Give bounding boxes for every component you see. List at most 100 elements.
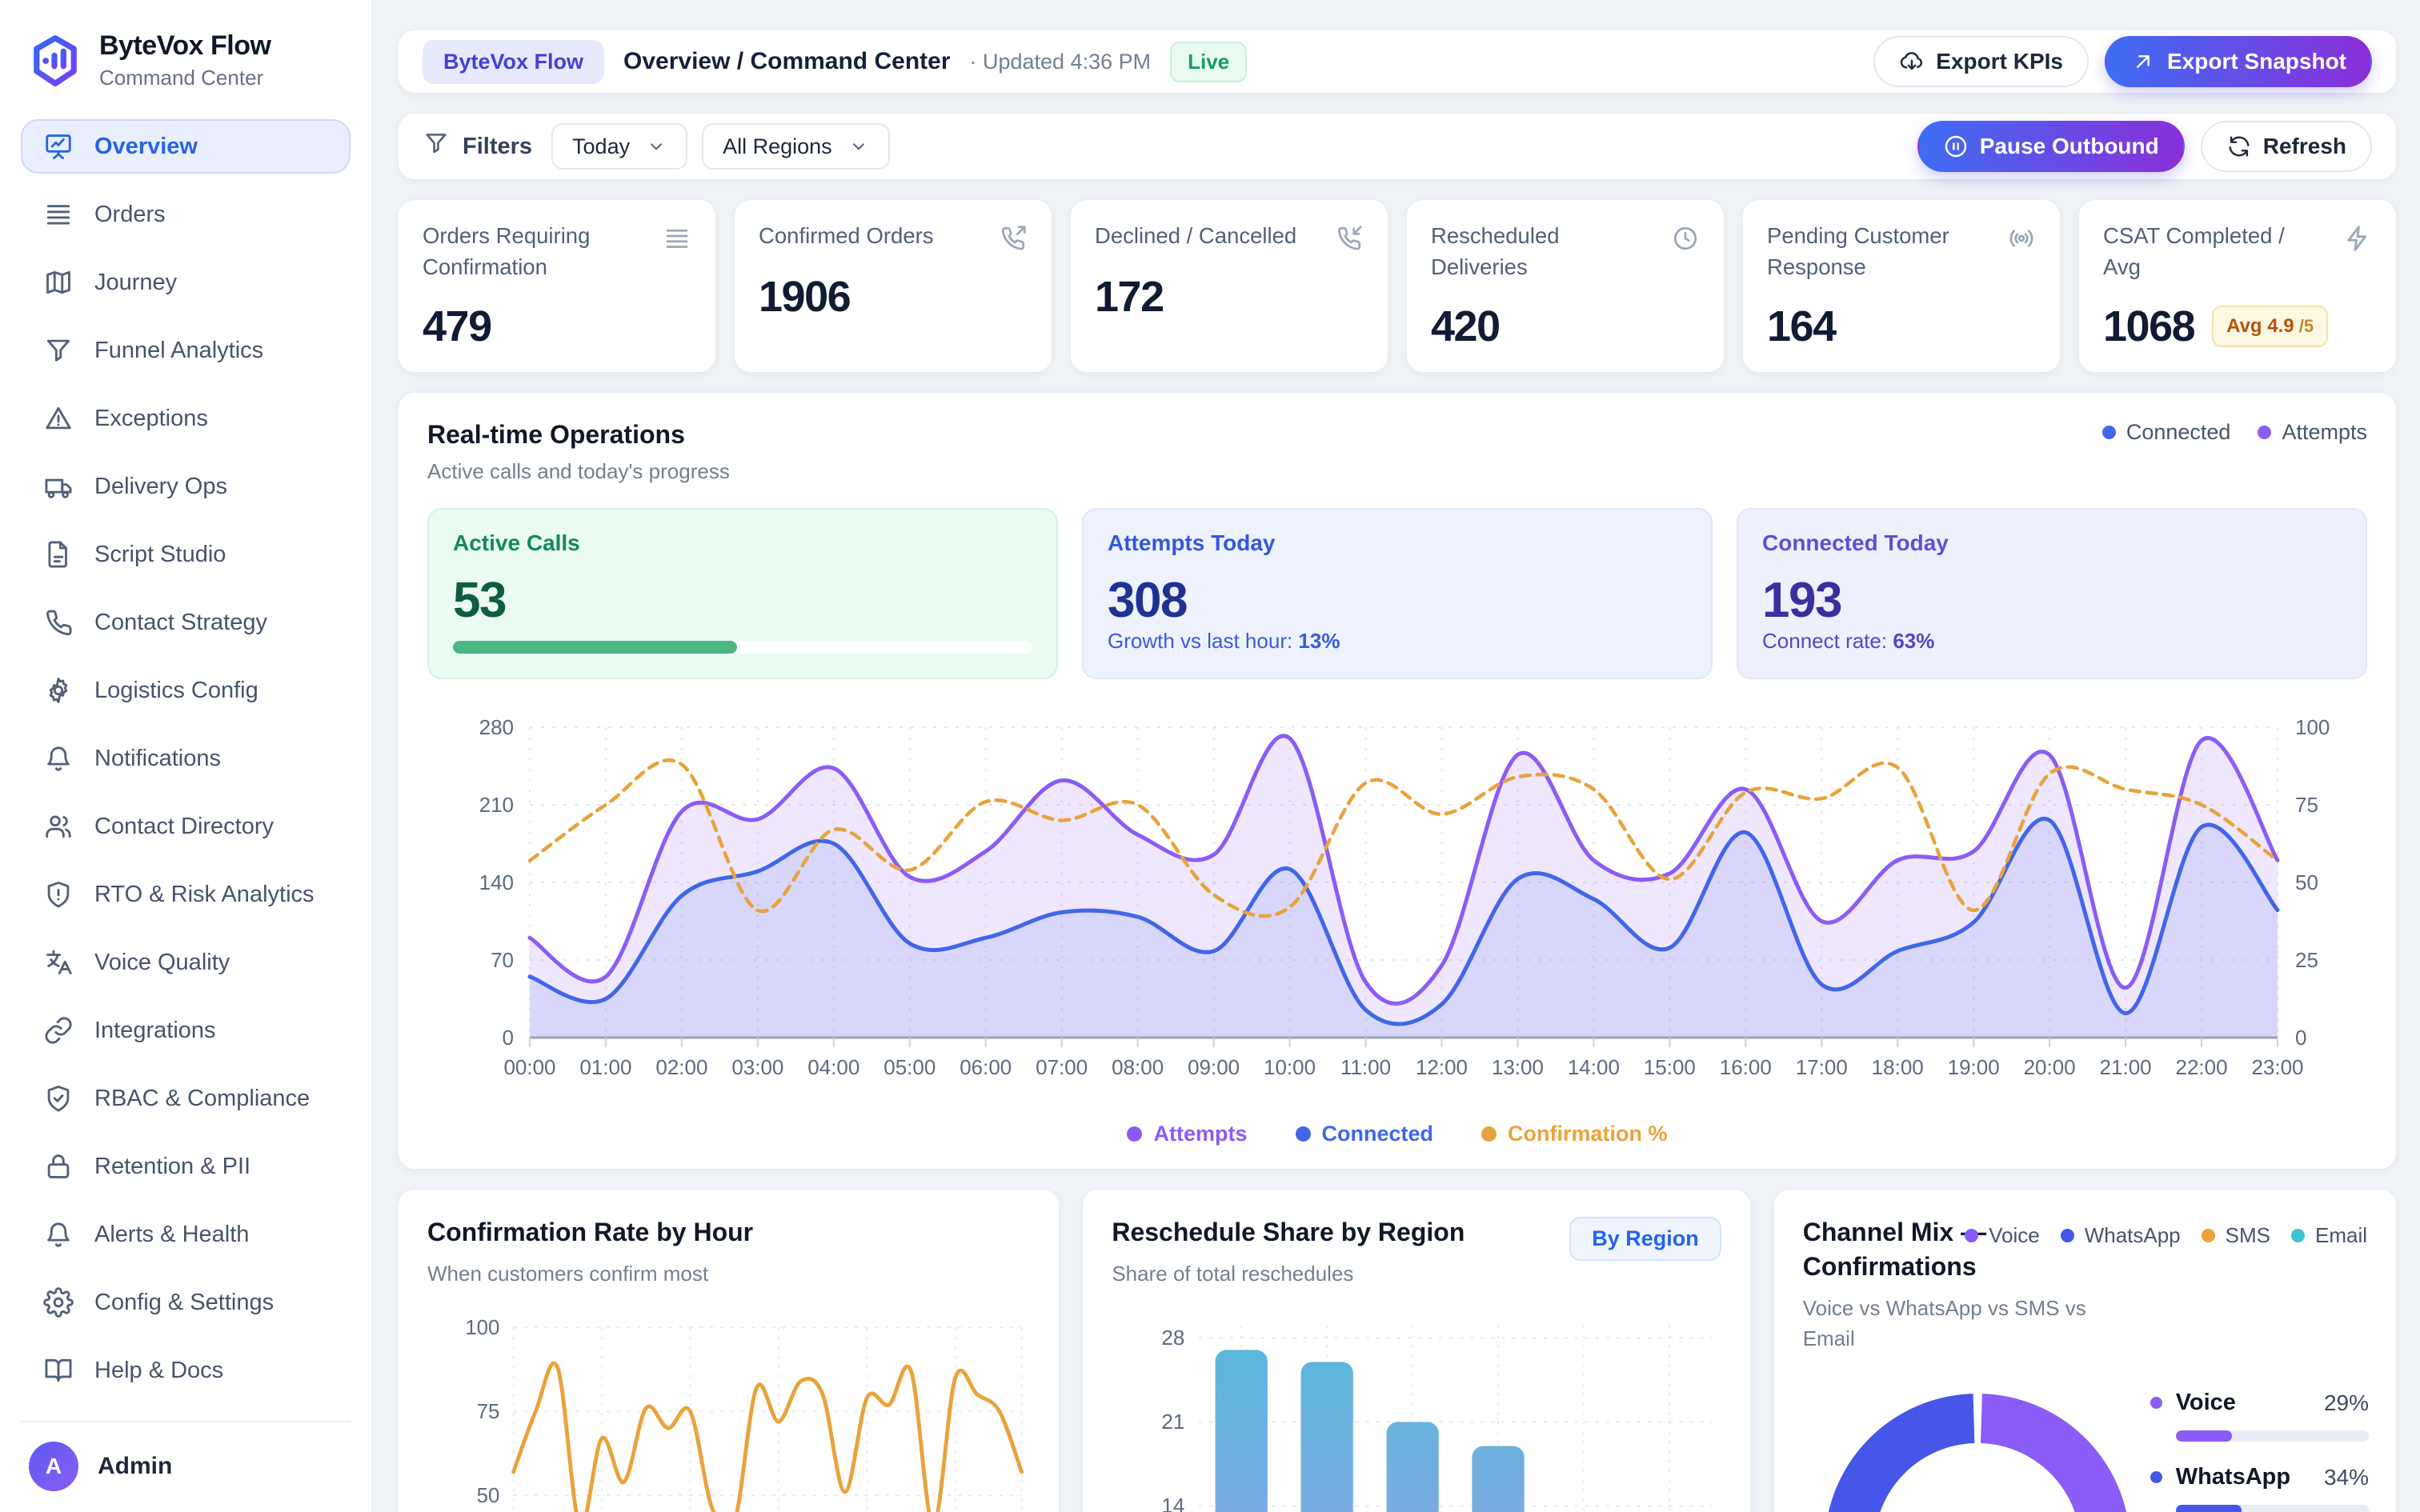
sidebar-user[interactable]: A Admin [21, 1421, 351, 1491]
date-range-select[interactable]: Today [551, 123, 687, 170]
filters-label: Filters [423, 130, 532, 163]
timeline-svg: 007025140502107528010000:0001:0002:0003:… [427, 708, 2367, 1112]
list-lines-icon [43, 199, 74, 230]
button-label: Export Snapshot [2167, 49, 2346, 74]
sidebar-item-delivery-ops[interactable]: Delivery Ops [21, 459, 351, 514]
stat-label: Active Calls [453, 530, 1032, 556]
sidebar-item-funnel-analytics[interactable]: Funnel Analytics [21, 323, 351, 378]
sidebar-item-label: Integrations [94, 1018, 216, 1044]
sidebar-item-label: RTO & Risk Analytics [94, 882, 315, 908]
sidebar-item-voice-quality[interactable]: Voice Quality [21, 935, 351, 990]
svg-text:15:00: 15:00 [1644, 1055, 1696, 1079]
channel-row-whatsapp: WhatsApp 34% [2150, 1464, 2369, 1512]
bell-icon [43, 1219, 74, 1250]
sidebar-item-script-studio[interactable]: Script Studio [21, 527, 351, 582]
svg-text:10:00: 10:00 [1264, 1055, 1316, 1079]
user-name: Admin [98, 1453, 172, 1480]
stat-note: Growth vs last hour: 13% [1108, 629, 1687, 654]
channel-label: Voice [2176, 1390, 2236, 1416]
sidebar-item-alerts-health[interactable]: Alerts & Health [21, 1207, 351, 1262]
legend-item-connected: Connected [2102, 420, 2231, 445]
refresh-button[interactable]: Refresh [2201, 121, 2372, 172]
sidebar-item-label: RBAC & Compliance [94, 1086, 310, 1112]
truck-icon [43, 471, 74, 502]
svg-text:08:00: 08:00 [1112, 1055, 1164, 1079]
sidebar-item-config-settings[interactable]: Config & Settings [21, 1275, 351, 1330]
kpi-value: 1906 [759, 272, 850, 322]
kpi-card-confirmed-orders: Confirmed Orders 1906 [735, 200, 1052, 372]
kpi-card-csat-completed-avg: CSAT Completed / Avg 1068Avg 4.9 /5 [2079, 200, 2396, 372]
svg-text:21: 21 [1162, 1410, 1185, 1434]
svg-text:50: 50 [477, 1485, 500, 1507]
filter-bar: Filters Today All Regions Pause Outbound R… [399, 114, 2396, 179]
sidebar-item-integrations[interactable]: Integrations [21, 1003, 351, 1058]
sidebar-item-contact-directory[interactable]: Contact Directory [21, 799, 351, 854]
by-region-button[interactable]: By Region [1569, 1217, 1721, 1261]
phone-incoming-icon [1335, 224, 1364, 253]
sidebar-item-help-docs[interactable]: Help & Docs [21, 1343, 351, 1398]
file-text-icon [43, 539, 74, 570]
confirmation-rate-title: Confirmation Rate by Hour [427, 1215, 1030, 1250]
sidebar: ByteVox Flow Command Center Overview Ord… [0, 0, 373, 1512]
updated-timestamp: · Updated 4:36 PM [970, 50, 1152, 74]
realtime-title: Real-time Operations [427, 420, 730, 450]
realtime-header-legend: ConnectedAttempts [2102, 420, 2367, 445]
product-badge: ByteVox Flow [423, 40, 604, 84]
sidebar-item-overview[interactable]: Overview [21, 119, 351, 174]
sidebar-item-label: Alerts & Health [94, 1222, 249, 1248]
sidebar-item-label: Contact Strategy [94, 610, 267, 636]
sidebar-item-exceptions[interactable]: Exceptions [21, 391, 351, 446]
filters-label-text: Filters [463, 134, 532, 160]
svg-text:75: 75 [477, 1401, 500, 1423]
sidebar-item-notifications[interactable]: Notifications [21, 731, 351, 786]
bottom-row: Confirmation Rate by Hour When customers… [399, 1190, 2396, 1512]
sidebar-item-label: Exceptions [94, 406, 208, 432]
select-value: All Regions [723, 134, 832, 159]
kpi-value: 164 [1767, 302, 1836, 351]
svg-text:02:00: 02:00 [655, 1055, 707, 1079]
settings-icon [43, 1287, 74, 1318]
sidebar-item-orders[interactable]: Orders [21, 187, 351, 242]
sidebar-item-rbac-compliance[interactable]: RBAC & Compliance [21, 1071, 351, 1126]
svg-text:18:00: 18:00 [1872, 1055, 1924, 1079]
svg-text:16:00: 16:00 [1720, 1055, 1772, 1079]
confirmation-rate-card: Confirmation Rate by Hour When customers… [399, 1190, 1059, 1512]
export-snapshot-button[interactable]: Export Snapshot [2105, 36, 2372, 87]
active-calls-progress [453, 641, 1032, 654]
sidebar-item-label: Journey [94, 270, 177, 296]
filter-actions: Pause Outbound Refresh [1917, 121, 2372, 172]
kpi-label: Confirmed Orders [759, 221, 934, 252]
sidebar-item-rto-risk-analytics[interactable]: RTO & Risk Analytics [21, 867, 351, 922]
arrow-up-right-icon [2130, 49, 2156, 74]
filter-selects: Today All Regions [551, 123, 904, 170]
sidebar-item-journey[interactable]: Journey [21, 255, 351, 310]
header-actions: Export KPIs Export Snapshot [1873, 36, 2372, 87]
channel-mix-subtitle: Voice vs WhatsApp vs SMS vs Email [1803, 1294, 2115, 1354]
list-lines-icon [663, 224, 691, 253]
avatar: A [29, 1442, 78, 1491]
sidebar-item-retention-pii[interactable]: Retention & PII [21, 1139, 351, 1194]
app-root: ByteVox Flow Command Center Overview Ord… [0, 0, 2420, 1512]
sidebar-item-label: Script Studio [94, 542, 226, 568]
bytevox-logo-icon [29, 34, 82, 87]
svg-text:20:00: 20:00 [2024, 1055, 2076, 1079]
legend-item-confirmation: Confirmation % [1481, 1122, 1668, 1146]
kpi-label: Declined / Cancelled [1095, 221, 1296, 252]
pause-outbound-button[interactable]: Pause Outbound [1917, 121, 2185, 172]
channel-mix-legend: VoiceWhatsAppSMSEmail [1965, 1223, 2367, 1248]
sidebar-item-logistics-config[interactable]: Logistics Config [21, 663, 351, 718]
channel-pct: 34% [2324, 1465, 2369, 1490]
export-kpis-button[interactable]: Export KPIs [1873, 36, 2089, 87]
kpi-label: Orders Requiring Confirmation [423, 221, 632, 282]
funnel-icon [423, 130, 450, 157]
region-select[interactable]: All Regions [702, 123, 890, 170]
realtime-timeline-chart: 007025140502107528010000:0001:0002:0003:… [427, 708, 2367, 1146]
confirmation-rate-svg: 5075100 [427, 1312, 1030, 1512]
sidebar-item-label: Funnel Analytics [94, 338, 263, 364]
main-content: ByteVox Flow Overview / Command Center ·… [373, 0, 2420, 1512]
channel-mix-card: Channel Mix — Confirmations Voice vs Wha… [1774, 1190, 2396, 1512]
sidebar-item-contact-strategy[interactable]: Contact Strategy [21, 595, 351, 650]
svg-text:28: 28 [1162, 1326, 1185, 1350]
timeline-legend: AttemptsConnectedConfirmation % [427, 1122, 2367, 1146]
svg-text:06:00: 06:00 [960, 1055, 1012, 1079]
